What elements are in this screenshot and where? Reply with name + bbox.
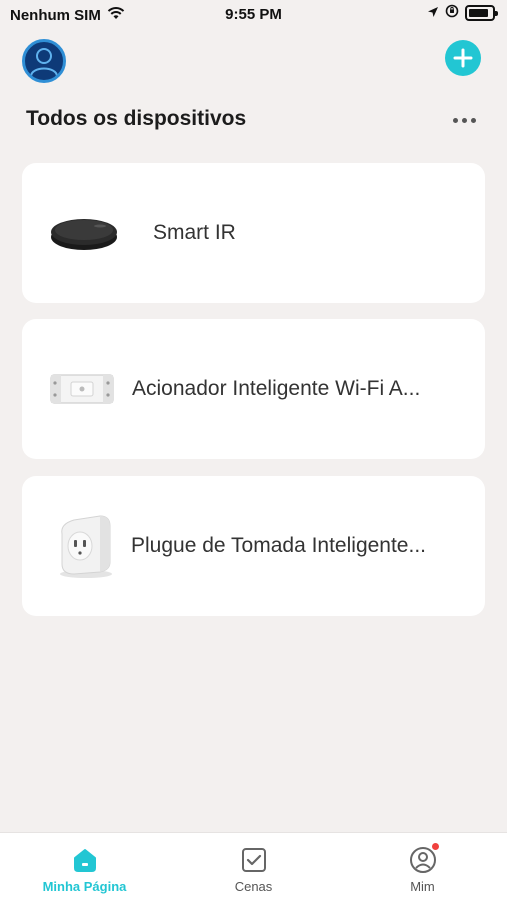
more-dot	[461, 117, 467, 123]
relay-switch-icon	[48, 355, 116, 423]
tab-label: Minha Página	[42, 879, 127, 894]
orientation-lock-icon	[445, 4, 459, 22]
tab-bar: Minha Página Cenas Mim	[0, 832, 507, 900]
more-dot	[470, 117, 476, 123]
plus-icon	[453, 48, 473, 68]
more-dot	[452, 117, 458, 123]
tab-label: Mim	[410, 879, 435, 894]
smart-plug-icon	[50, 512, 118, 580]
device-card-smart-ir[interactable]: Smart IR	[22, 163, 485, 303]
tab-minha-pagina[interactable]: Minha Página	[0, 833, 169, 900]
scenes-icon	[239, 845, 269, 875]
status-right	[427, 4, 498, 22]
status-bar: Nenhum SIM 9:55 PM	[0, 0, 507, 32]
profile-icon	[408, 842, 440, 875]
device-card-relay-switch[interactable]: Acionador Inteligente Wi-Fi A...	[22, 319, 485, 459]
avatar[interactable]	[22, 39, 66, 83]
page-title: Todos os dispositivos	[26, 107, 247, 130]
tab-mim[interactable]: Mim	[338, 833, 507, 900]
device-card-smart-plug[interactable]: Plugue de Tomada Inteligente...	[22, 476, 485, 616]
tab-label: Cenas	[234, 879, 273, 894]
device-name: Plugue de Tomada Inteligente...	[131, 534, 426, 557]
add-device-button[interactable]	[445, 40, 481, 76]
home-icon	[70, 845, 100, 875]
tab-cenas[interactable]: Cenas	[169, 833, 338, 900]
notification-dot	[430, 842, 440, 851]
ir-hub-icon	[50, 199, 118, 267]
device-name: Smart IR	[153, 221, 236, 244]
location-arrow-icon	[427, 5, 439, 22]
user-silhouette-icon	[30, 48, 58, 77]
more-options-button[interactable]	[449, 110, 479, 130]
device-name: Acionador Inteligente Wi-Fi A...	[132, 377, 421, 400]
battery-icon	[465, 5, 498, 21]
